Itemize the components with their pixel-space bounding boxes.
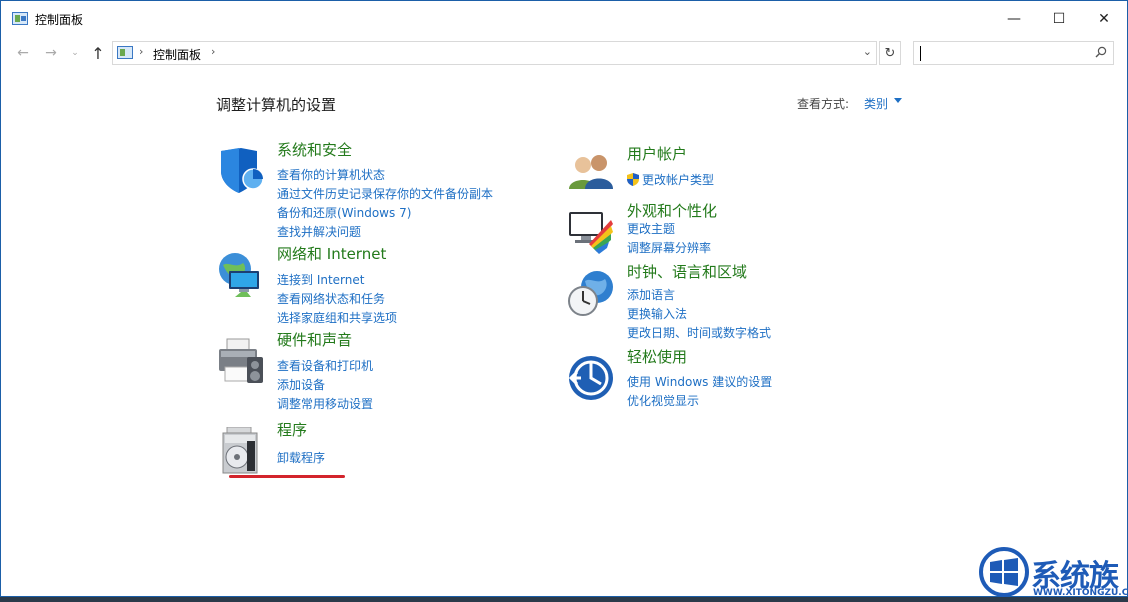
- category-title[interactable]: 硬件和声音: [277, 329, 352, 350]
- control-panel-window: 控制面板 — ☐ ✕ ← → ⌄ ↑ › 控制面板 › ⌄ ↻ 调整计算机的设置…: [0, 0, 1128, 598]
- red-underline-annotation: [229, 475, 345, 478]
- category-link[interactable]: 更换输入法: [627, 305, 687, 322]
- control-panel-icon: [12, 12, 28, 25]
- breadcrumb-separator[interactable]: ›: [139, 45, 143, 58]
- printer-icon[interactable]: [217, 337, 265, 385]
- category-title[interactable]: 外观和个性化: [627, 200, 717, 221]
- category-title[interactable]: 时钟、语言和区域: [627, 261, 747, 282]
- category-title[interactable]: 用户帐户: [627, 143, 687, 164]
- window-title: 控制面板: [35, 13, 84, 27]
- category-link[interactable]: 备份和还原(Windows 7): [277, 204, 411, 221]
- category-link[interactable]: 添加语言: [627, 286, 675, 303]
- ease-of-access-icon[interactable]: [567, 354, 615, 402]
- appearance-icon[interactable]: [567, 208, 615, 256]
- up-button[interactable]: ↑: [88, 43, 108, 63]
- category-link[interactable]: 连接到 Internet: [277, 271, 364, 288]
- refresh-button[interactable]: ↻: [879, 41, 901, 65]
- category-link[interactable]: 查看网络状态和任务: [277, 290, 385, 307]
- category-link[interactable]: 更改日期、时间或数字格式: [627, 324, 771, 341]
- programs-icon[interactable]: [217, 427, 265, 475]
- windows-logo-icon: [979, 547, 1029, 597]
- category-link[interactable]: 调整常用移动设置: [277, 395, 373, 412]
- title-bar: 控制面板 — ☐ ✕: [1, 1, 1127, 37]
- category-link[interactable]: 使用 Windows 建议的设置: [627, 373, 772, 390]
- search-input[interactable]: [913, 41, 1114, 65]
- control-panel-icon: [117, 46, 133, 59]
- forward-button[interactable]: →: [41, 43, 61, 63]
- recent-locations-button[interactable]: ⌄: [65, 43, 85, 63]
- text-caret: [920, 46, 921, 61]
- view-by-dropdown[interactable]: 类别: [864, 95, 888, 112]
- category-link-label: 更改帐户类型: [642, 173, 715, 187]
- category-title[interactable]: 程序: [277, 419, 307, 440]
- close-button[interactable]: ✕: [1081, 1, 1127, 37]
- user-accounts-icon[interactable]: [567, 151, 615, 199]
- category-link[interactable]: 调整屏幕分辨率: [627, 239, 711, 256]
- address-bar[interactable]: › 控制面板 › ⌄: [112, 41, 877, 65]
- category-link[interactable]: 添加设备: [277, 376, 325, 393]
- chevron-down-icon[interactable]: [894, 98, 902, 103]
- network-globe-icon[interactable]: [217, 251, 265, 299]
- chevron-down-icon[interactable]: ⌄: [863, 45, 872, 58]
- category-link[interactable]: 查看你的计算机状态: [277, 166, 385, 183]
- category-link[interactable]: 更改主题: [627, 220, 675, 237]
- category-link[interactable]: 查看设备和打印机: [277, 357, 373, 374]
- uac-shield-icon: [627, 173, 639, 186]
- breadcrumb-separator[interactable]: ›: [211, 45, 215, 58]
- view-by-label: 查看方式:: [797, 97, 850, 111]
- breadcrumb-control-panel[interactable]: 控制面板: [153, 46, 201, 63]
- category-title[interactable]: 轻松使用: [627, 346, 687, 367]
- category-link[interactable]: 卸载程序: [277, 449, 325, 466]
- search-icon[interactable]: [1095, 46, 1107, 58]
- watermark: 系统族 WWW.XITONGZU.COM: [979, 547, 1128, 602]
- category-link[interactable]: 选择家庭组和共享选项: [277, 309, 397, 326]
- category-link[interactable]: 查找并解决问题: [277, 223, 361, 240]
- clock-globe-icon[interactable]: [567, 269, 615, 317]
- category-title[interactable]: 系统和安全: [277, 139, 352, 160]
- category-link[interactable]: 优化视觉显示: [627, 392, 699, 409]
- minimize-button[interactable]: —: [991, 1, 1037, 37]
- page-title: 调整计算机的设置: [216, 96, 337, 114]
- category-link[interactable]: 更改帐户类型: [627, 171, 714, 188]
- back-button[interactable]: ←: [13, 43, 33, 63]
- watermark-url: WWW.XITONGZU.COM: [1033, 588, 1128, 598]
- shield-icon[interactable]: [217, 147, 265, 195]
- category-link[interactable]: 通过文件历史记录保存你的文件备份副本: [277, 185, 493, 202]
- category-title[interactable]: 网络和 Internet: [277, 243, 386, 264]
- maximize-button[interactable]: ☐: [1036, 1, 1082, 37]
